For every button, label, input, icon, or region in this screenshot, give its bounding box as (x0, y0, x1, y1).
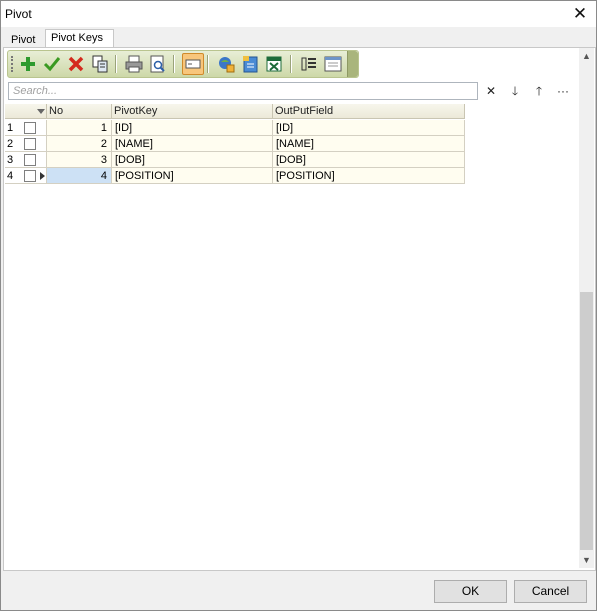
cell-pivotkey[interactable]: [POSITION] (112, 168, 273, 184)
toolbar-separator (173, 55, 175, 73)
cell-no[interactable]: 3 (47, 152, 112, 168)
add-icon[interactable] (18, 54, 38, 74)
clear-search-icon[interactable]: ✕ (483, 83, 499, 99)
row-number: 2 (5, 136, 21, 152)
toolbar (7, 50, 359, 78)
copy-icon[interactable] (90, 54, 110, 74)
search-options-icon[interactable]: ··· (555, 83, 571, 99)
cancel-button[interactable]: Cancel (514, 580, 587, 603)
cell-outputfield[interactable]: [NAME] (273, 136, 465, 152)
check-icon[interactable] (42, 54, 62, 74)
cell-no[interactable]: 2 (47, 136, 112, 152)
tab-pivot-keys[interactable]: Pivot Keys (45, 29, 114, 49)
pivot-window: Pivot ✕ Pivot Pivot Keys Search... ✕ 🡓 🡑… (0, 0, 597, 611)
scroll-down-icon[interactable]: ▼ (579, 552, 594, 568)
scrollbar-thumb[interactable] (580, 292, 593, 550)
export-icon[interactable] (216, 54, 236, 74)
cell-outputfield[interactable]: [DOB] (273, 152, 465, 168)
table-row[interactable]: 3 3 [DOB] [DOB] (5, 152, 465, 168)
export-xml-icon[interactable] (240, 54, 260, 74)
find-previous-icon[interactable]: 🡑 (531, 83, 547, 99)
toolbar-grip[interactable] (11, 56, 15, 72)
export-excel-icon[interactable] (264, 54, 284, 74)
search-row: Search... ✕ 🡓 🡑 ··· (4, 81, 577, 101)
dialog-footer: OK Cancel (1, 571, 596, 610)
print-preview-icon[interactable] (148, 54, 168, 74)
delete-icon[interactable] (66, 54, 86, 74)
column-header-outputfield[interactable]: OutPutField (273, 104, 465, 119)
cell-pivotkey[interactable]: [ID] (112, 120, 273, 136)
row-number: 1 (5, 120, 21, 136)
close-button[interactable]: ✕ (570, 4, 590, 24)
title-bar: Pivot ✕ (1, 1, 596, 27)
scroll-up-icon[interactable]: ▲ (579, 48, 594, 64)
cell-no[interactable]: 4 (47, 168, 112, 184)
toolbar-separator (115, 55, 117, 73)
toolbar-separator (207, 55, 209, 73)
row-checkbox[interactable] (21, 168, 47, 184)
row-checkbox[interactable] (21, 136, 47, 152)
row-checkbox[interactable] (21, 120, 47, 136)
current-row-indicator-icon (40, 172, 45, 180)
row-checkbox[interactable] (21, 152, 47, 168)
table-row[interactable]: 1 1 [ID] [ID] (5, 120, 465, 136)
column-header-pivotkey[interactable]: PivotKey (112, 104, 273, 119)
cell-outputfield[interactable]: [ID] (273, 120, 465, 136)
cell-pivotkey[interactable]: [NAME] (112, 136, 273, 152)
column-header-no[interactable]: No (47, 104, 112, 119)
table-row[interactable]: 2 2 [NAME] [NAME] (5, 136, 465, 152)
row-number: 4 (5, 168, 21, 184)
window-title: Pivot (5, 7, 32, 21)
cell-pivotkey[interactable]: [DOB] (112, 152, 273, 168)
cell-no[interactable]: 1 (47, 120, 112, 136)
row-number: 3 (5, 152, 21, 168)
columns-icon[interactable] (299, 54, 319, 74)
filter-row-icon[interactable] (182, 53, 204, 75)
table-row-selected[interactable]: 4 4 [POSITION] [POSITION] (5, 168, 465, 184)
toolbar-separator (290, 55, 292, 73)
vertical-scrollbar[interactable]: ▲ ▼ (579, 48, 594, 568)
print-icon[interactable] (124, 54, 144, 74)
tab-strip: Pivot Pivot Keys (3, 29, 593, 49)
find-next-icon[interactable]: 🡓 (507, 83, 523, 99)
header-selector-column[interactable] (5, 104, 47, 119)
search-input[interactable]: Search... (8, 82, 478, 100)
toolbar-overflow-button[interactable] (347, 51, 358, 77)
pivot-keys-panel: Search... ✕ 🡓 🡑 ··· No PivotKey OutPutFi… (3, 47, 596, 571)
layout-icon[interactable] (323, 54, 343, 74)
cell-outputfield[interactable]: [POSITION] (273, 168, 465, 184)
ok-button[interactable]: OK (434, 580, 507, 603)
